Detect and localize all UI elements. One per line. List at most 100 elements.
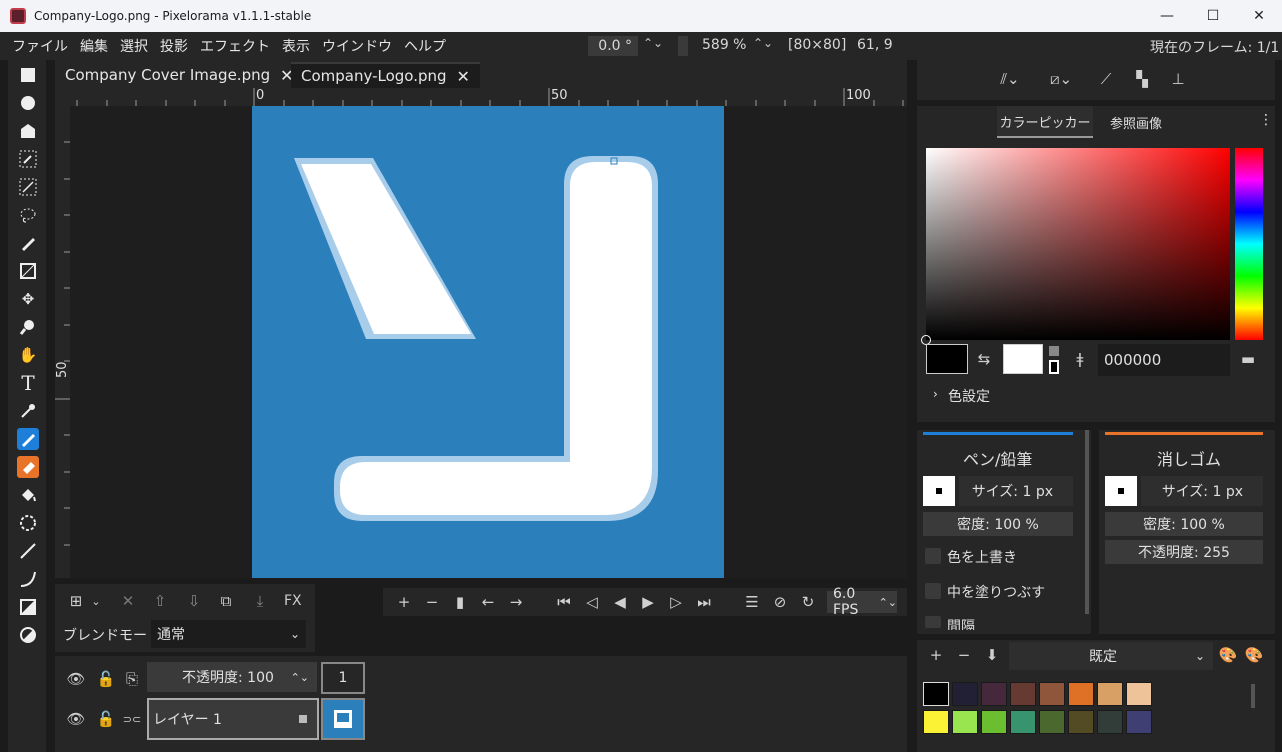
left-color-swatch[interactable] <box>926 344 968 374</box>
remove-layer-icon[interactable]: ✕ <box>117 590 139 612</box>
palette-settings-icon[interactable]: 🎨 <box>1243 644 1265 666</box>
spacing-checkbox[interactable] <box>925 616 941 628</box>
play-backwards-icon[interactable]: ◀ <box>609 591 631 613</box>
add-frame-icon[interactable]: + <box>393 591 415 613</box>
polygon-select-icon[interactable] <box>17 120 39 142</box>
menu-window[interactable]: ウインドウ <box>316 36 398 56</box>
crop-icon[interactable] <box>17 260 39 282</box>
tab-color-picker[interactable]: カラーピッカー <box>997 106 1093 138</box>
menu-view[interactable]: 表示 <box>276 36 316 56</box>
tab-reference-images[interactable]: 参照画像 <box>1095 106 1177 138</box>
vertical-ruler[interactable]: 50 <box>55 106 70 578</box>
import-palette-icon[interactable]: ⬇ <box>981 644 1003 666</box>
minimize-button[interactable]: — <box>1144 0 1190 32</box>
palette-swatch[interactable] <box>1097 710 1123 734</box>
color-select-icon[interactable] <box>17 148 39 170</box>
prev-frame-icon[interactable]: ◁ <box>581 591 603 613</box>
saturation-value-picker[interactable] <box>926 148 1230 340</box>
move-icon[interactable]: ✥ <box>17 288 39 310</box>
eraser-icon[interactable] <box>17 456 39 478</box>
color-picker-icon[interactable] <box>17 400 39 422</box>
palette-swatch[interactable] <box>1039 682 1065 706</box>
menu-select[interactable]: 選択 <box>114 36 154 56</box>
swap-colors-icon[interactable]: ⇆ <box>973 348 995 370</box>
edit-palette-icon[interactable]: 🎨 <box>1217 644 1239 666</box>
color-mode-icon[interactable]: ▬ <box>1237 348 1259 370</box>
next-frame-icon[interactable]: ▷ <box>665 591 687 613</box>
fill-inside-checkbox[interactable] <box>925 583 941 599</box>
horizontal-ruler[interactable]: 0 50 100 <box>55 88 907 106</box>
eraser-opacity-spinbox[interactable]: 不透明度: 255 <box>1105 540 1263 564</box>
tab-company-logo[interactable]: Company-Logo.png ✕ <box>291 62 480 88</box>
onion-skin-icon[interactable]: ⊘ <box>769 591 791 613</box>
menu-file[interactable]: ファイル <box>6 36 74 56</box>
move-frame-right-icon[interactable]: → <box>505 591 527 613</box>
rotation-spinbox[interactable]: 0.0 ° <box>588 36 638 56</box>
shading-icon[interactable] <box>17 512 39 534</box>
loop-icon[interactable]: ↻ <box>797 591 819 613</box>
line-icon[interactable] <box>17 540 39 562</box>
palette-swatch[interactable] <box>1039 710 1065 734</box>
lasso-icon[interactable] <box>17 204 39 226</box>
screen-pick-icon[interactable]: ǂ <box>1069 348 1091 370</box>
curve-icon[interactable] <box>17 568 39 590</box>
eraser-density-spinbox[interactable]: 密度: 100 % <box>1105 512 1263 536</box>
alpha-lock-icon[interactable]: ▚ <box>1131 68 1153 90</box>
palette-swatch[interactable] <box>981 682 1007 706</box>
canvas-viewport[interactable] <box>70 106 907 578</box>
paint-select-icon[interactable] <box>17 232 39 254</box>
palette-swatch[interactable] <box>1126 710 1152 734</box>
palette-swatch[interactable] <box>981 710 1007 734</box>
mirror-horizontal-icon[interactable]: ⫽⌄ <box>995 68 1025 90</box>
hue-slider[interactable] <box>1235 148 1263 340</box>
reset-colors-icon-alt[interactable] <box>1049 360 1059 374</box>
palette-swatch[interactable] <box>1010 682 1036 706</box>
color-settings-label[interactable]: 色設定 <box>948 386 990 406</box>
palette-swatch[interactable] <box>952 710 978 734</box>
clone-frame-icon[interactable]: ▮ <box>449 591 471 613</box>
palette-swatch[interactable] <box>1126 682 1152 706</box>
lock-icon[interactable]: 🔓 <box>95 668 117 690</box>
layer-fx-button[interactable]: FX <box>284 593 302 609</box>
rotation-stepper-icon[interactable]: ⌃⌄ <box>643 36 663 50</box>
palette-swatch[interactable] <box>923 682 949 706</box>
chevron-right-icon[interactable]: › <box>933 387 938 401</box>
zoom-value[interactable]: 589 % <box>702 37 746 53</box>
tab-company-cover[interactable]: Company Cover Image.png ✕ <box>55 62 304 88</box>
eraser-preview[interactable] <box>1105 476 1137 506</box>
rectangle-shape-icon[interactable] <box>17 596 39 618</box>
close-tab-icon[interactable]: ✕ <box>457 67 470 86</box>
palette-swatch[interactable] <box>923 710 949 734</box>
add-layer-icon[interactable]: ⊞ <box>65 590 87 612</box>
pixel-perfect-icon[interactable]: ⟋ <box>1095 68 1117 90</box>
add-layer-dropdown-icon[interactable]: ⌄ <box>85 590 107 612</box>
scrollbar[interactable] <box>1085 430 1089 614</box>
hex-input[interactable]: 000000 <box>1098 344 1230 376</box>
add-palette-icon[interactable]: + <box>925 644 947 666</box>
layer-link-icon[interactable]: ⊃⊂ <box>121 708 143 730</box>
menu-edit[interactable]: 編集 <box>74 36 114 56</box>
menu-project[interactable]: 投影 <box>154 36 194 56</box>
magic-wand-icon[interactable] <box>17 176 39 198</box>
maximize-button[interactable]: ☐ <box>1190 0 1236 32</box>
link-icon[interactable]: ⎘ <box>121 668 143 690</box>
fps-spinbox[interactable]: 6.0 FPS ⌃⌄ <box>827 586 897 618</box>
first-frame-icon[interactable]: ⏮ <box>553 591 575 613</box>
palette-swatch[interactable] <box>1010 710 1036 734</box>
palette-scrollbar[interactable] <box>1251 684 1255 708</box>
layer-cel-thumbnail[interactable] <box>321 698 365 740</box>
pencil-icon[interactable] <box>17 428 39 450</box>
move-layer-down-icon[interactable]: ⇩ <box>183 590 205 612</box>
move-frame-left-icon[interactable]: ← <box>477 591 499 613</box>
brush-preview[interactable] <box>923 476 955 506</box>
palette-swatch[interactable] <box>1097 682 1123 706</box>
merge-down-icon[interactable]: ⤓ <box>249 590 271 612</box>
panel-menu-icon[interactable]: ⋮ <box>1259 112 1273 128</box>
rectangle-select-icon[interactable] <box>17 64 39 86</box>
last-frame-icon[interactable]: ⏭ <box>693 591 715 613</box>
reset-colors-icon[interactable] <box>1049 346 1059 356</box>
ellipse-select-icon[interactable] <box>17 92 39 114</box>
zoom-stepper-icon[interactable]: ⌃⌄ <box>753 36 773 50</box>
zoom-slider-handle[interactable] <box>678 36 688 56</box>
menu-effects[interactable]: エフェクト <box>194 36 276 56</box>
